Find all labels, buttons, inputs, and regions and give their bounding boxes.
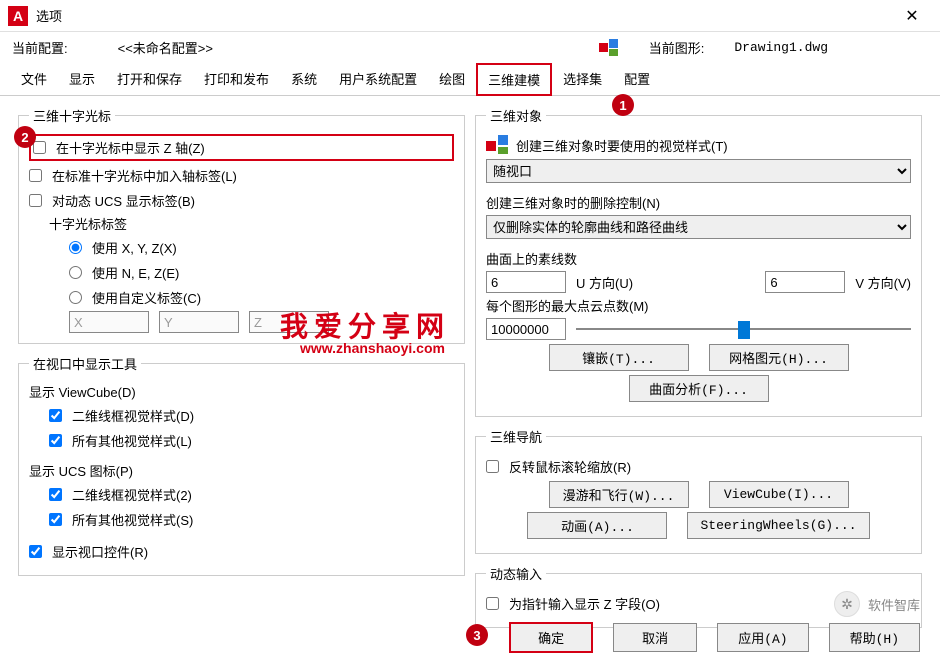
titlebar: A 选项 ✕ xyxy=(0,0,940,32)
isolines-label: 曲面上的素线数 xyxy=(486,249,911,268)
annotation-badge-1: 1 xyxy=(612,94,634,116)
viewcube-heading: 显示 ViewCube(D) xyxy=(29,382,454,401)
label-use-xyz: 使用 X, Y, Z(X) xyxy=(92,238,177,257)
label-v-direction: V 方向(V) xyxy=(855,273,911,292)
select-delete-control[interactable]: 仅删除实体的轮廓曲线和路径曲线 xyxy=(486,215,911,239)
radio-use-nez[interactable] xyxy=(69,266,82,279)
checkbox-viewport-controls[interactable] xyxy=(29,545,42,558)
drawing-value: Drawing1.dwg xyxy=(734,40,828,55)
drawing-icon xyxy=(599,39,619,57)
close-button[interactable]: ✕ xyxy=(892,1,932,31)
ucs-icon-heading: 显示 UCS 图标(P) xyxy=(29,461,454,480)
button-viewcube[interactable]: ViewCube(I)... xyxy=(709,481,849,508)
tab-plot[interactable]: 打印和发布 xyxy=(193,63,280,95)
wechat-icon: ✲ xyxy=(834,591,860,617)
profile-value: <<未命名配置>> xyxy=(118,38,213,57)
input-custom-x[interactable] xyxy=(69,311,149,333)
input-v-isolines[interactable] xyxy=(765,271,845,293)
tab-system[interactable]: 系统 xyxy=(280,63,328,95)
top-info-bar: 当前配置: <<未命名配置>> 当前图形: Drawing1.dwg xyxy=(0,32,940,63)
group-dynamic-input-title: 动态输入 xyxy=(486,564,546,583)
tab-draft[interactable]: 绘图 xyxy=(428,63,476,95)
profile-label: 当前配置: xyxy=(12,38,68,57)
label-axis-labels: 在标准十字光标中加入轴标签(L) xyxy=(52,166,237,185)
input-max-points[interactable] xyxy=(486,318,566,340)
tab-3dmodeling[interactable]: 三维建模 xyxy=(476,63,552,96)
tab-opensave[interactable]: 打开和保存 xyxy=(106,63,193,95)
checkbox-show-z-axis[interactable] xyxy=(33,141,46,154)
visual-style-label: 创建三维对象时要使用的视觉样式(T) xyxy=(516,136,728,155)
checkbox-reverse-wheel[interactable] xyxy=(486,460,499,473)
label-ucs-other: 所有其他视觉样式(S) xyxy=(72,510,193,529)
radio-use-xyz[interactable] xyxy=(69,241,82,254)
brand-watermark: ✲ 软件智库 xyxy=(834,591,920,617)
group-3d-objects-title: 三维对象 xyxy=(486,106,546,125)
tab-bar: 文件 显示 打开和保存 打印和发布 系统 用户系统配置 绘图 三维建模 选择集 … xyxy=(0,63,940,96)
group-3d-navigation: 三维导航 反转鼠标滚轮缩放(R) 漫游和飞行(W)... ViewCube(I)… xyxy=(475,427,922,554)
annotation-badge-2: 2 xyxy=(14,126,36,148)
dialog-footer: 确定 取消 应用(A) 帮助(H) xyxy=(509,622,920,653)
tab-display[interactable]: 显示 xyxy=(58,63,106,95)
label-viewport-controls: 显示视口控件(R) xyxy=(52,542,148,561)
select-visual-style[interactable]: 随视口 xyxy=(486,159,911,183)
input-custom-z[interactable] xyxy=(249,311,329,333)
checkbox-show-z-field[interactable] xyxy=(486,597,499,610)
tab-selection[interactable]: 选择集 xyxy=(552,63,613,95)
help-button[interactable]: 帮助(H) xyxy=(829,623,920,652)
button-steeringwheels[interactable]: SteeringWheels(G)... xyxy=(687,512,869,539)
label-use-custom: 使用自定义标签(C) xyxy=(92,288,201,307)
label-vc-2dwire: 二维线框视觉样式(D) xyxy=(72,406,194,425)
checkbox-ucs-2dwire[interactable] xyxy=(49,488,62,501)
group-3d-crosshair: 三维十字光标 在十字光标中显示 Z 轴(Z) 在标准十字光标中加入轴标签(L) … xyxy=(18,106,465,344)
checkbox-dynamic-ucs-label[interactable] xyxy=(29,194,42,207)
label-ucs-2dwire: 二维线框视觉样式(2) xyxy=(72,485,192,504)
apply-button[interactable]: 应用(A) xyxy=(717,623,808,652)
button-mesh-primitives[interactable]: 网格图元(H)... xyxy=(709,344,849,371)
checkbox-axis-labels[interactable] xyxy=(29,169,42,182)
delete-control-label: 创建三维对象时的删除控制(N) xyxy=(486,193,911,212)
maxpoints-label: 每个图形的最大点云点数(M) xyxy=(486,296,911,315)
label-use-nez: 使用 N, E, Z(E) xyxy=(92,263,179,282)
label-u-direction: U 方向(U) xyxy=(576,273,633,292)
object3d-icon xyxy=(486,135,510,155)
brand-text: 软件智库 xyxy=(868,595,920,614)
checkbox-vc-other[interactable] xyxy=(49,434,62,447)
checkbox-vc-2dwire[interactable] xyxy=(49,409,62,422)
radio-use-custom[interactable] xyxy=(69,291,82,304)
tab-userpref[interactable]: 用户系统配置 xyxy=(328,63,428,95)
group-viewport-tools: 在视口中显示工具 显示 ViewCube(D) 二维线框视觉样式(D) 所有其他… xyxy=(18,354,465,576)
button-animation[interactable]: 动画(A)... xyxy=(527,512,667,539)
window-title: 选项 xyxy=(36,6,892,25)
tab-profiles[interactable]: 配置 xyxy=(613,63,661,95)
button-walk-fly[interactable]: 漫游和飞行(W)... xyxy=(549,481,689,508)
group-viewport-tools-title: 在视口中显示工具 xyxy=(29,354,141,373)
label-show-z-field: 为指针输入显示 Z 字段(O) xyxy=(509,594,660,613)
ok-button[interactable]: 确定 xyxy=(509,622,593,653)
annotation-badge-3: 3 xyxy=(466,624,488,646)
input-u-isolines[interactable] xyxy=(486,271,566,293)
group-3d-navigation-title: 三维导航 xyxy=(486,427,546,446)
tab-file[interactable]: 文件 xyxy=(10,63,58,95)
checkbox-ucs-other[interactable] xyxy=(49,513,62,526)
button-tessellation[interactable]: 镶嵌(T)... xyxy=(549,344,689,371)
label-show-z-axis: 在十字光标中显示 Z 轴(Z) xyxy=(56,138,205,157)
button-surface-analysis[interactable]: 曲面分析(F)... xyxy=(629,375,769,402)
label-reverse-wheel: 反转鼠标滚轮缩放(R) xyxy=(509,457,631,476)
cancel-button[interactable]: 取消 xyxy=(613,623,697,652)
crosshair-labels-heading: 十字光标标签 xyxy=(29,214,454,233)
group-3d-crosshair-title: 三维十字光标 xyxy=(29,106,115,125)
slider-max-points[interactable] xyxy=(576,319,911,339)
drawing-label: 当前图形: xyxy=(649,38,705,57)
label-dynamic-ucs: 对动态 UCS 显示标签(B) xyxy=(52,191,195,210)
input-custom-y[interactable] xyxy=(159,311,239,333)
label-vc-other: 所有其他视觉样式(L) xyxy=(72,431,192,450)
app-icon: A xyxy=(8,6,28,26)
group-3d-objects: 三维对象 创建三维对象时要使用的视觉样式(T) 随视口 创建三维对象时的删除控制… xyxy=(475,106,922,417)
